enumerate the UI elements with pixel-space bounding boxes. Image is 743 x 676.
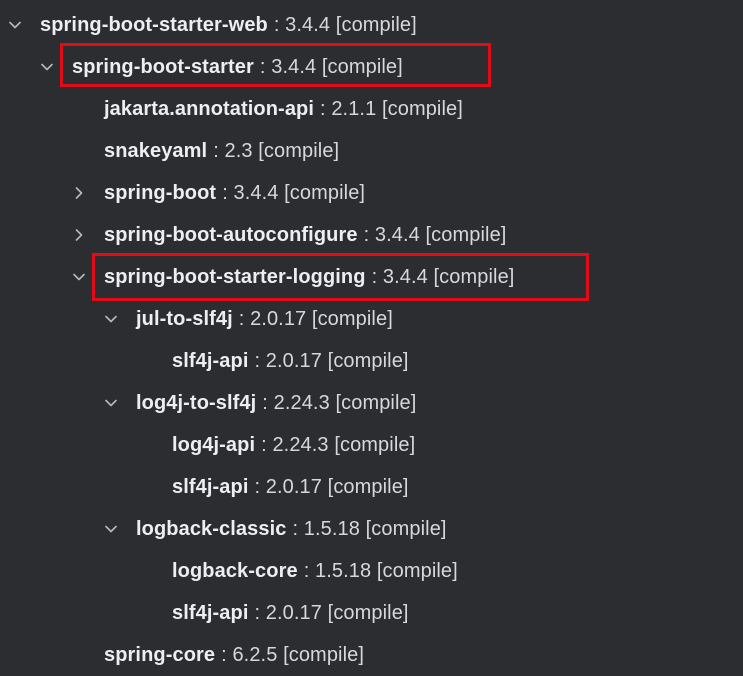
chevron-right-icon[interactable] (70, 184, 88, 202)
tree-row-slf4j-api[interactable]: slf4j-api : 2.0.17 [compile] (0, 340, 743, 382)
chevron-down-icon[interactable] (102, 394, 120, 412)
dependency-meta: : 2.24.3 [compile] (262, 391, 417, 414)
tree-row-snakeyaml[interactable]: snakeyaml : 2.3 [compile] (0, 130, 743, 172)
dependency-tree: spring-boot-starter-web : 3.4.4 [compile… (0, 0, 743, 670)
dependency-name: snakeyaml (104, 139, 208, 162)
dependency-name: spring-boot (104, 181, 217, 204)
dependency-meta: : 2.0.17 [compile] (254, 601, 409, 624)
chevron-right-icon[interactable] (70, 226, 88, 244)
dependency-name: logback-classic (136, 517, 287, 540)
dependency-meta: : 1.5.18 [compile] (292, 517, 447, 540)
dependency-meta: : 3.4.4 [compile] (259, 55, 403, 78)
dependency-name: slf4j-api (172, 349, 249, 372)
dependency-meta: : 3.4.4 [compile] (222, 181, 366, 204)
dependency-name: log4j-api (172, 433, 256, 456)
tree-row-log4j-to-slf4j[interactable]: log4j-to-slf4j : 2.24.3 [compile] (0, 382, 743, 424)
chevron-down-icon[interactable] (102, 310, 120, 328)
dependency-meta: : 2.0.17 [compile] (254, 349, 409, 372)
dependency-name: spring-boot-starter-logging (104, 265, 366, 288)
chevron-down-icon[interactable] (38, 58, 56, 76)
dependency-name: jakarta.annotation-api (104, 97, 315, 120)
tree-row-logback-core[interactable]: logback-core : 1.5.18 [compile] (0, 550, 743, 592)
dependency-name: spring-boot-autoconfigure (104, 223, 358, 246)
dependency-meta: : 2.3 [compile] (213, 139, 340, 162)
dependency-meta: : 3.4.4 [compile] (273, 13, 417, 36)
dependency-name: slf4j-api (172, 475, 249, 498)
dependency-meta: : 2.0.17 [compile] (254, 475, 409, 498)
dependency-name: slf4j-api (172, 601, 249, 624)
dependency-meta: : 6.2.5 [compile] (221, 643, 365, 666)
tree-row-spring-boot-autoconfigure[interactable]: spring-boot-autoconfigure : 3.4.4 [compi… (0, 214, 743, 256)
chevron-down-icon[interactable] (6, 16, 24, 34)
dependency-name: spring-boot-starter (72, 55, 254, 78)
dependency-meta: : 2.24.3 [compile] (261, 433, 416, 456)
tree-row-jul-to-slf4j[interactable]: jul-to-slf4j : 2.0.17 [compile] (0, 298, 743, 340)
tree-row-jakarta-annotation-api[interactable]: jakarta.annotation-api : 2.1.1 [compile] (0, 88, 743, 130)
dependency-name: jul-to-slf4j (136, 307, 233, 330)
tree-row-spring-boot-starter-logging[interactable]: spring-boot-starter-logging : 3.4.4 [com… (0, 256, 743, 298)
tree-row-spring-boot-starter[interactable]: spring-boot-starter : 3.4.4 [compile] (0, 46, 743, 88)
dependency-name: logback-core (172, 559, 298, 582)
tree-row-slf4j-api[interactable]: slf4j-api : 2.0.17 [compile] (0, 592, 743, 634)
tree-row-log4j-api[interactable]: log4j-api : 2.24.3 [compile] (0, 424, 743, 466)
chevron-down-icon[interactable] (70, 268, 88, 286)
dependency-meta: : 2.1.1 [compile] (320, 97, 463, 120)
dependency-name: spring-core (104, 643, 216, 666)
dependency-name: spring-boot-starter-web (40, 13, 268, 36)
dependency-meta: : 2.0.17 [compile] (238, 307, 393, 330)
tree-row-slf4j-api[interactable]: slf4j-api : 2.0.17 [compile] (0, 466, 743, 508)
dependency-meta: : 1.5.18 [compile] (303, 559, 458, 582)
tree-row-logback-classic[interactable]: logback-classic : 1.5.18 [compile] (0, 508, 743, 550)
dependency-meta: : 3.4.4 [compile] (371, 265, 515, 288)
dependency-name: log4j-to-slf4j (136, 391, 257, 414)
chevron-down-icon[interactable] (102, 520, 120, 538)
tree-row-spring-boot[interactable]: spring-boot : 3.4.4 [compile] (0, 172, 743, 214)
dependency-meta: : 3.4.4 [compile] (363, 223, 507, 246)
tree-row-spring-boot-starter-web[interactable]: spring-boot-starter-web : 3.4.4 [compile… (0, 4, 743, 46)
